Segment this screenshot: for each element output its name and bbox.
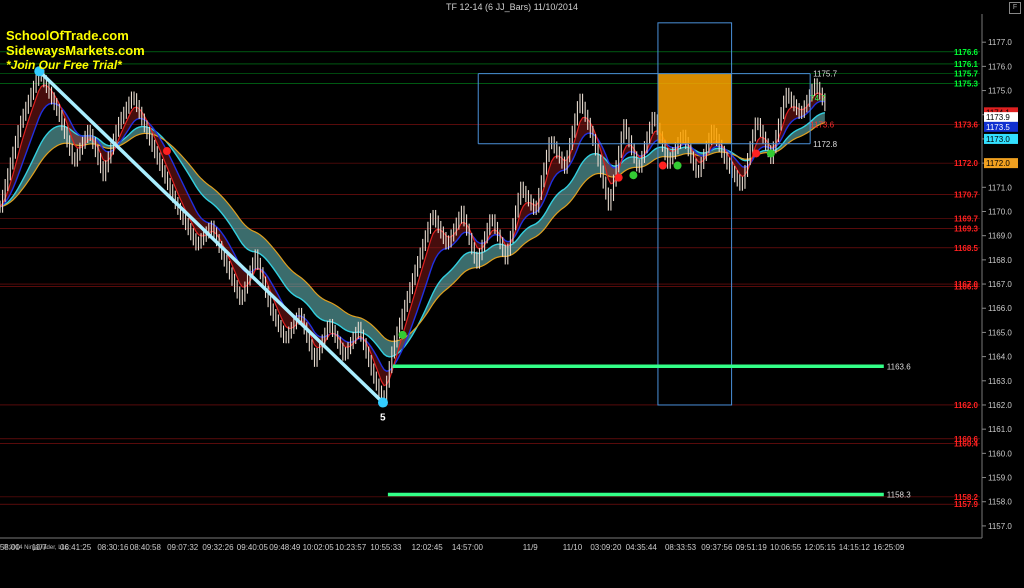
- x-tick-label: 11/10: [563, 543, 583, 552]
- price-label: 1175.3: [954, 79, 979, 88]
- y-tick-label: 1166.0: [988, 304, 1012, 313]
- highlight-zone: [657, 73, 732, 144]
- window-title: TF 12-14 (6 JJ_Bars) 11/10/2014: [0, 0, 1024, 14]
- y-tick-label: 1164.0: [988, 353, 1012, 362]
- price-label: 1172.0: [954, 159, 979, 168]
- x-tick-label: 10:23:57: [335, 543, 367, 552]
- x-tick-label: 14:15:12: [839, 543, 871, 552]
- x-tick-label: 10:06:55: [770, 543, 802, 552]
- value-box-label: 1173.5: [986, 123, 1010, 132]
- y-tick-label: 1159.0: [988, 474, 1012, 483]
- x-tick-label: 09:07:32: [167, 543, 199, 552]
- brand-sidewaysmarkets: SidewaysMarkets.com: [6, 43, 145, 58]
- x-tick-label: 12:02:45: [412, 543, 444, 552]
- inline-price-label: 74.7: [810, 94, 826, 103]
- brand-schooloftrade: SchoolOfTrade.com: [6, 28, 129, 43]
- level-label: 1163.6: [887, 362, 911, 371]
- signal-dot: [752, 149, 761, 158]
- y-tick-label: 1163.0: [988, 377, 1012, 386]
- x-tick-label: 08:33:53: [665, 543, 697, 552]
- x-tick-label: 04:35:44: [626, 543, 658, 552]
- y-tick-label: 1161.0: [988, 425, 1012, 434]
- brand-free-trial: *Join Our Free Trial*: [6, 58, 122, 72]
- x-tick-label: 09:40:05: [237, 543, 269, 552]
- price-chart[interactable]: 1175.7 1172.8 1163.6 1158.3 5 74.7 1173.6 1157.…: [0, 14, 1024, 588]
- price-label: 1166.9: [954, 282, 979, 291]
- price-label: 1170.7: [954, 191, 979, 200]
- price-label: 1160.4: [954, 440, 979, 449]
- y-tick-label: 1168.0: [988, 256, 1012, 265]
- price-label: 1162.0: [954, 401, 979, 410]
- y-tick-label: 1169.0: [988, 232, 1012, 241]
- y-tick-label: 1177.0: [988, 38, 1012, 47]
- x-tick-label: 09:37:56: [701, 543, 733, 552]
- y-tick-label: 1170.0: [988, 207, 1012, 216]
- y-tick-label: 1171.0: [988, 183, 1012, 192]
- x-tick-label: 09:51:19: [736, 543, 768, 552]
- value-box-label: 1173.0: [986, 135, 1010, 144]
- y-tick-label: 1162.0: [988, 401, 1012, 410]
- price-label: 1168.5: [954, 244, 979, 253]
- price-label: 1169.7: [954, 215, 979, 224]
- x-tick-label: 08:40:58: [130, 543, 162, 552]
- x-tick-label: 16:25:09: [873, 543, 905, 552]
- price-label: 1176.6: [954, 48, 979, 57]
- value-box-label: 1172.0: [986, 159, 1010, 168]
- signal-dot: [614, 173, 623, 182]
- y-tick-label: 1176.0: [988, 62, 1012, 71]
- price-label: 1157.9: [954, 500, 979, 509]
- price-label: 1176.1: [954, 60, 979, 69]
- level-label: 1175.7: [813, 70, 837, 79]
- y-tick-label: 1158.0: [988, 498, 1012, 507]
- trendline-end-label: 5: [380, 413, 386, 424]
- level-label: 1172.8: [813, 140, 837, 149]
- value-box-label: 1173.9: [986, 113, 1010, 122]
- y-tick-label: 1157.0: [988, 522, 1012, 531]
- x-tick-label: 03:09:20: [590, 543, 622, 552]
- signal-dot: [162, 147, 171, 156]
- price-label: 1173.6: [954, 120, 979, 129]
- x-tick-label: 14:57:00: [452, 543, 484, 552]
- price-label: 1175.7: [954, 70, 979, 79]
- x-tick-label: 10:02:05: [303, 543, 335, 552]
- y-tick-label: 1165.0: [988, 328, 1012, 337]
- x-tick-label: 11/9: [523, 543, 539, 552]
- y-tick-label: 1175.0: [988, 87, 1012, 96]
- chart-corner-button[interactable]: F: [1009, 2, 1021, 14]
- y-tick-label: 1167.0: [988, 280, 1012, 289]
- copyright-text: © 2014 NinjaTrader, LLC: [3, 545, 70, 551]
- trendline: [38, 69, 385, 404]
- x-tick-label: 12:05:15: [804, 543, 836, 552]
- trendline-end-dot: [377, 397, 388, 408]
- x-tick-label: 08:30:16: [97, 543, 129, 552]
- x-tick-label: 10:55:33: [370, 543, 402, 552]
- signal-dot: [658, 161, 667, 170]
- signal-dot: [398, 330, 407, 339]
- x-tick-label: 09:32:26: [202, 543, 234, 552]
- signal-dot: [673, 161, 682, 170]
- inline-price-label: 1173.6: [810, 120, 834, 129]
- x-tick-label: 09:48:49: [269, 543, 301, 552]
- price-label: 1169.3: [954, 224, 979, 233]
- signal-dot: [629, 171, 638, 180]
- level-label: 1158.3: [887, 490, 911, 499]
- signal-dot: [766, 149, 775, 158]
- y-tick-label: 1160.0: [988, 449, 1012, 458]
